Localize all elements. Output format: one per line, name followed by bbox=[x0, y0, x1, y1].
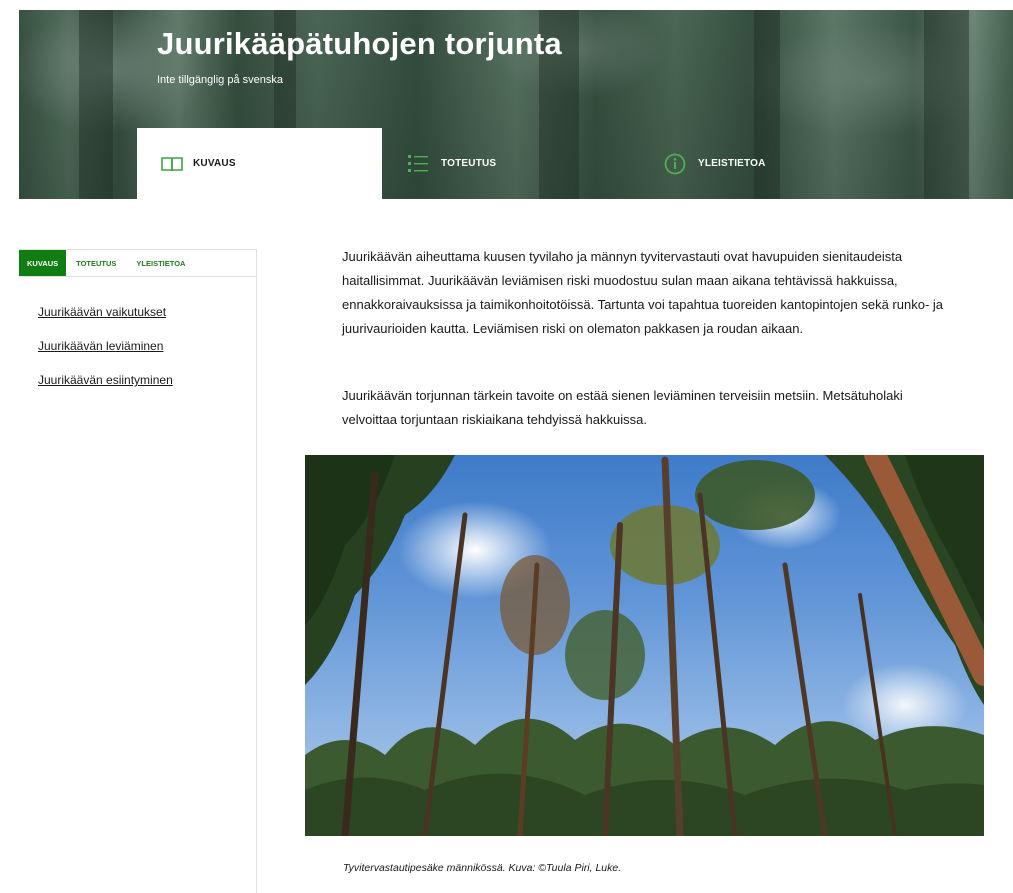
forest-photo-illustration bbox=[305, 455, 984, 836]
sidebar-tabs: KUVAUS TOTEUTUS YLEISTIETOA bbox=[19, 250, 256, 277]
sidebar-link-leviaminen[interactable]: Juurikäävän leviäminen bbox=[38, 339, 163, 353]
tab-kuvaus[interactable]: KUVAUS bbox=[137, 128, 382, 199]
image-caption: Tyvitervastautipesäke männikössä. Kuva: … bbox=[343, 862, 622, 874]
book-icon bbox=[161, 156, 183, 172]
tab-kuvaus-label: KUVAUS bbox=[193, 158, 236, 169]
hero-tree-trunk bbox=[924, 10, 969, 199]
page-subtitle: Inte tillgänglig på svenska bbox=[157, 74, 283, 86]
hero-tree-trunk bbox=[79, 10, 113, 199]
sidebar-tab-kuvaus[interactable]: KUVAUS bbox=[19, 250, 67, 276]
sidebar: KUVAUS TOTEUTUS YLEISTIETOA Juurikäävän … bbox=[19, 249, 257, 893]
list-icon bbox=[407, 153, 429, 175]
sidebar-tab-yleistietoa[interactable]: YLEISTIETOA bbox=[126, 250, 195, 276]
tab-toteutus[interactable]: TOTEUTUS bbox=[407, 128, 607, 199]
forest-photo bbox=[305, 455, 984, 836]
tab-yleistietoa[interactable]: YLEISTIETOA bbox=[664, 128, 864, 199]
tab-yleistietoa-label: YLEISTIETOA bbox=[698, 158, 766, 169]
page-title: Juurikääpätuhojen torjunta bbox=[157, 26, 562, 61]
sidebar-tab-toteutus[interactable]: TOTEUTUS bbox=[66, 250, 126, 276]
goal-paragraph: Juurikäävän torjunnan tärkein tavoite on… bbox=[342, 388, 903, 427]
sidebar-link-vaikutukset[interactable]: Juurikäävän vaikutukset bbox=[38, 305, 166, 319]
info-icon bbox=[664, 153, 686, 175]
intro-paragraph: Juurikäävän aiheuttama kuusen tyvilaho j… bbox=[342, 249, 944, 336]
tab-toteutus-label: TOTEUTUS bbox=[441, 158, 497, 169]
sidebar-link-esiintyminen[interactable]: Juurikäävän esiintyminen bbox=[38, 373, 173, 387]
